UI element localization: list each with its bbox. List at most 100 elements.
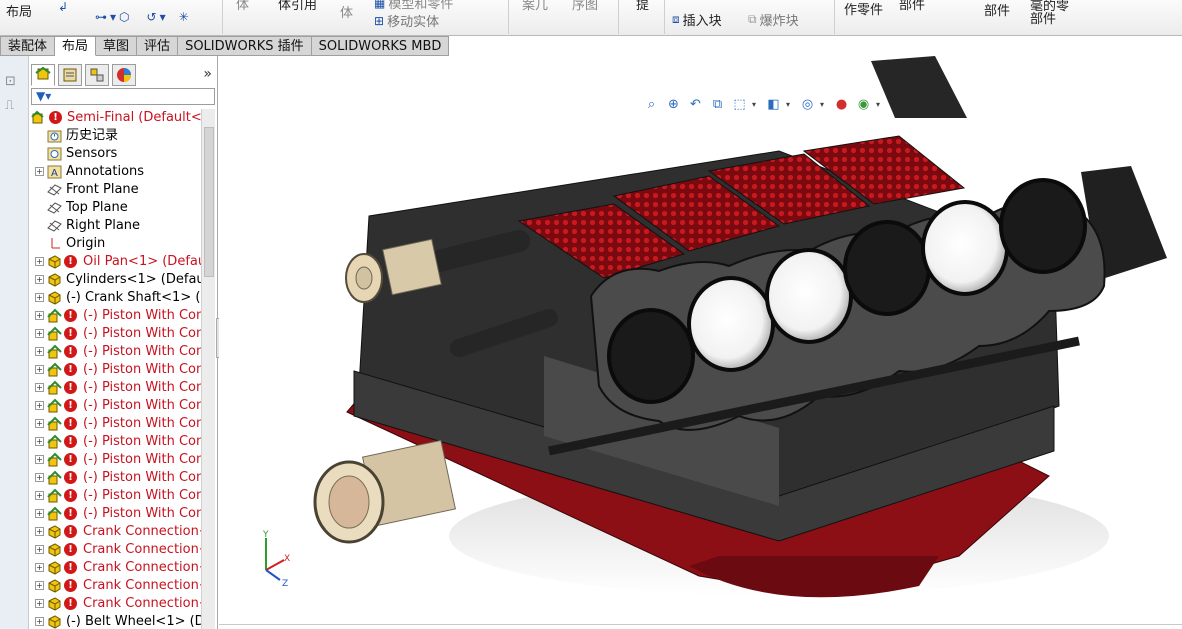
tree-item[interactable]: +! (-) Piston With Conn <box>29 415 201 433</box>
expand-toggle[interactable]: + <box>35 509 44 518</box>
tree-item-label: (-) Piston With Conn <box>83 470 201 485</box>
tree-item[interactable]: +! (-) Piston With Conn <box>29 379 201 397</box>
step-icon[interactable]: ⎍ <box>5 98 23 113</box>
ribbon-icon-group[interactable]: ↲ <box>58 0 68 14</box>
expand-toggle[interactable]: + <box>35 311 44 320</box>
cylinder-bore-6 <box>999 178 1087 274</box>
expand-toggle[interactable]: + <box>35 167 44 176</box>
tab-property-manager[interactable] <box>58 64 82 86</box>
expand-toggle[interactable]: + <box>35 419 44 428</box>
tab-configuration-manager[interactable] <box>85 64 109 86</box>
tab-assembly[interactable]: 装配体 <box>0 36 56 56</box>
tree-item-label: (-) Piston With Conn <box>83 398 201 413</box>
expand-toggle[interactable]: + <box>35 347 44 356</box>
expand-toggle[interactable]: + <box>35 383 44 392</box>
scrollbar-thumb[interactable] <box>204 127 214 277</box>
tree-item[interactable]: Sensors <box>29 145 201 163</box>
tree-item[interactable]: Front Plane <box>29 181 201 199</box>
tree-item[interactable]: Origin <box>29 235 201 253</box>
tree-item[interactable]: 历史记录 <box>29 127 201 145</box>
tab-feature-tree[interactable] <box>31 64 55 86</box>
expand-toggle[interactable]: + <box>35 617 44 626</box>
expand-toggle[interactable]: + <box>35 599 44 608</box>
expand-toggle[interactable]: + <box>35 293 44 302</box>
tree-item[interactable]: +! (-) Piston With Conn <box>29 307 201 325</box>
ribbon-body-button-2[interactable]: 体 <box>340 2 353 21</box>
triad-x-label: X <box>284 554 290 564</box>
tree-item[interactable]: + (-) Belt Wheel<1> (De <box>29 613 201 629</box>
tree-item[interactable]: +! (-) Piston With Conn <box>29 433 201 451</box>
tree-item[interactable]: +! (-) Piston With Conn <box>29 325 201 343</box>
tree-item[interactable]: +! Crank Connection<3 <box>29 559 201 577</box>
insert-block-icon: ⧈ <box>672 12 680 26</box>
ribbon-toolbar-icons[interactable]: ⊶ ▾ ⬡ ↺ ▾ ✳ <box>95 10 189 24</box>
left-toolbar-strip: ⊡ ⎍ <box>0 56 29 629</box>
tree-item[interactable]: +! Oil Pan<1> (Default <box>29 253 201 271</box>
expand-panel-icon[interactable]: » <box>203 66 212 82</box>
ribbon-zero-parts-button[interactable]: 毫的零部件 <box>1030 0 1070 26</box>
error-icon: ! <box>64 561 77 574</box>
tree-item[interactable]: + A Annotations <box>29 163 201 181</box>
tree-item[interactable]: Right Plane <box>29 217 201 235</box>
tree-root-assembly[interactable]: ! Semi-Final (Default<Di <box>29 109 201 127</box>
feature-tree-scrollbar[interactable] <box>201 109 215 629</box>
graphics-viewport[interactable]: ⌕ ⊕ ↶ ⧉ ⬚ ▾ ◧ ▾ ◎ ▾ ● ◉ ▾ ▣ ▾ <box>219 56 1182 629</box>
expand-toggle[interactable]: + <box>35 437 44 446</box>
ribbon-body-ref-button[interactable]: 体引用 <box>278 0 317 13</box>
tree-item[interactable]: +! Crank Connection<2 <box>29 541 201 559</box>
ribbon-component-button[interactable]: 部件 <box>899 0 925 13</box>
feature-tree-filter[interactable]: ▼▾ <box>31 88 215 105</box>
tree-item[interactable]: +! (-) Piston With Conn <box>29 469 201 487</box>
tab-solidworks-addins[interactable]: SOLIDWORKS 插件 <box>178 36 312 56</box>
rear-plate <box>871 56 967 118</box>
tree-item[interactable]: +! Crank Connection<5 <box>29 577 201 595</box>
tree-item-label: Top Plane <box>66 200 128 215</box>
ribbon-insert-block-button[interactable]: ⧈ 插入块 <box>672 10 722 29</box>
ribbon-assembly-button[interactable]: 部件 <box>984 0 1010 19</box>
tree-item[interactable]: +! (-) Piston With Conn <box>29 487 201 505</box>
expand-toggle[interactable]: + <box>35 257 44 266</box>
ribbon-make-part-button[interactable]: 作零件 <box>844 0 883 18</box>
tab-sketch[interactable]: 草图 <box>96 36 138 56</box>
filter-icon: ▼▾ <box>36 89 52 103</box>
expand-toggle[interactable]: + <box>35 545 44 554</box>
error-icon: ! <box>64 363 77 376</box>
ribbon-body-button[interactable]: 体 <box>236 0 249 13</box>
sensors-icon <box>47 146 62 161</box>
expand-toggle[interactable]: + <box>35 455 44 464</box>
tree-item[interactable]: +! (-) Piston With Conn <box>29 343 201 361</box>
tab-solidworks-mbd[interactable]: SOLIDWORKS MBD <box>311 36 450 56</box>
tree-item[interactable]: +! (-) Piston With Conn <box>29 397 201 415</box>
tree-item[interactable]: +! (-) Piston With Conn <box>29 505 201 523</box>
expand-toggle[interactable]: + <box>35 365 44 374</box>
tab-display-manager[interactable] <box>112 64 136 86</box>
subassembly-icon <box>47 308 62 323</box>
ribbon-explode-block-button[interactable]: ⧉ 爆炸块 <box>748 10 799 29</box>
expand-toggle[interactable]: + <box>35 329 44 338</box>
expand-toggle[interactable]: + <box>35 527 44 536</box>
expand-toggle[interactable]: + <box>35 401 44 410</box>
smart-dimension-icon[interactable]: ⊡ <box>5 74 23 89</box>
expand-toggle[interactable]: + <box>35 491 44 500</box>
tree-item[interactable]: Top Plane <box>29 199 201 217</box>
ribbon-move-entity-button[interactable]: ⊞ 移动实体 <box>374 11 439 31</box>
ribbon-lift-button[interactable]: 提 <box>636 0 649 13</box>
tree-item[interactable]: +! (-) Piston With Conn <box>29 451 201 469</box>
tree-item[interactable]: +! (-) Piston With Conn <box>29 361 201 379</box>
tree-item[interactable]: + Cylinders<1> (Default< <box>29 271 201 289</box>
ribbon-layout-button[interactable]: 布局 <box>6 1 32 20</box>
tab-layout[interactable]: 布局 <box>55 36 97 56</box>
ribbon-drawing-button[interactable]: 序图 <box>572 0 598 13</box>
engine-model[interactable] <box>219 56 1182 629</box>
tree-item[interactable]: + (-) Crank Shaft<1> (De <box>29 289 201 307</box>
expand-toggle[interactable]: + <box>35 581 44 590</box>
property-manager-icon <box>63 68 77 82</box>
expand-toggle[interactable]: + <box>35 473 44 482</box>
lower-pulley[interactable] <box>313 439 456 544</box>
ribbon-cut-button[interactable]: 案几 <box>522 0 548 13</box>
expand-toggle[interactable]: + <box>35 563 44 572</box>
tab-evaluate[interactable]: 评估 <box>137 36 179 56</box>
expand-toggle[interactable]: + <box>35 275 44 284</box>
tree-item[interactable]: +! Crank Connection<6 <box>29 595 201 613</box>
tree-item[interactable]: +! Crank Connection<1 <box>29 523 201 541</box>
